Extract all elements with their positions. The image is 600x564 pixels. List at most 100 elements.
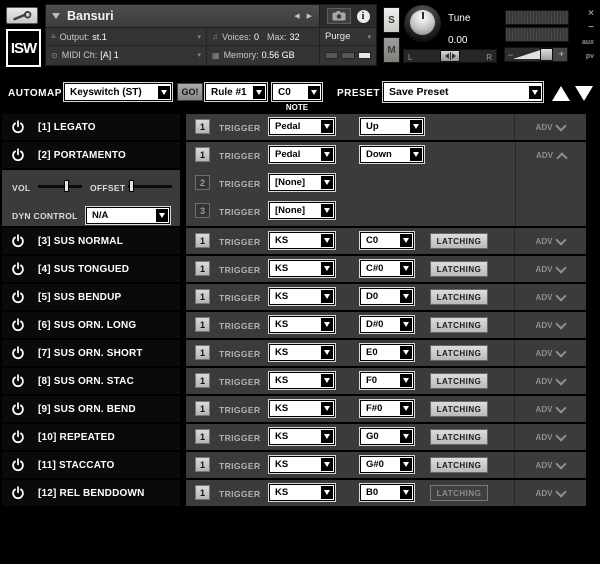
next-instrument-icon[interactable]: ▶ <box>307 12 312 20</box>
trigger-slot-button[interactable]: 1 <box>195 457 210 472</box>
title-bar[interactable]: Bansuri ◀ ▶ i <box>46 5 376 28</box>
minimize-icon[interactable]: − <box>588 23 594 33</box>
articulation-name-cell[interactable]: [4] SUS TONGUED <box>2 256 180 282</box>
automap-rule-select[interactable]: Rule #1 <box>205 83 267 101</box>
trigger-type-select[interactable]: KS <box>269 316 335 333</box>
pan-handle[interactable] <box>440 50 460 62</box>
output-select[interactable]: ≡ Output: st.1 ▾ <box>46 28 206 46</box>
trigger-slot-button[interactable]: 1 <box>195 289 210 304</box>
articulation-name-cell[interactable]: [9] SUS ORN. BEND <box>2 396 180 422</box>
collapse-arrow-icon[interactable] <box>52 13 60 19</box>
offset-slider[interactable] <box>128 180 172 192</box>
volume-handle[interactable] <box>540 48 553 61</box>
trigger-type-select[interactable]: KS <box>269 400 335 417</box>
adv-toggle[interactable]: ADV <box>514 228 586 254</box>
articulation-name-cell[interactable]: [3] SUS NORMAL <box>2 228 180 254</box>
adv-toggle[interactable]: ADV <box>514 340 586 366</box>
power-icon[interactable] <box>11 486 25 500</box>
power-icon[interactable] <box>11 430 25 444</box>
pan-slider[interactable]: L R <box>403 49 497 63</box>
trigger-value-select[interactable]: C0 <box>360 232 414 249</box>
articulation-name-cell[interactable]: [7] SUS ORN. SHORT <box>2 340 180 366</box>
articulation-name-cell[interactable]: [2] PORTAMENTO <box>2 142 180 168</box>
snapshot-button[interactable] <box>326 8 351 24</box>
trigger-value-select[interactable]: E0 <box>360 344 414 361</box>
latching-button[interactable]: LATCHING <box>430 317 488 333</box>
power-icon[interactable] <box>11 346 25 360</box>
offset-slider-handle[interactable] <box>128 180 134 192</box>
power-icon[interactable] <box>11 234 25 248</box>
trigger-slot-button[interactable]: 3 <box>195 203 210 218</box>
articulation-name-cell[interactable]: [11] STACCATO <box>2 452 180 478</box>
power-icon[interactable] <box>11 120 25 134</box>
midi-channel-select[interactable]: ⊙ MIDI Ch: [A] 1 ▾ <box>46 46 206 64</box>
articulation-name-cell[interactable]: [1] LEGATO <box>2 114 180 140</box>
trigger-value-select[interactable]: B0 <box>360 484 414 501</box>
trigger-value-select[interactable]: D#0 <box>360 316 414 333</box>
preset-next-button[interactable] <box>575 86 593 101</box>
prev-instrument-icon[interactable]: ◀ <box>294 12 299 20</box>
preset-prev-button[interactable] <box>552 86 570 101</box>
solo-button[interactable]: S <box>383 7 400 33</box>
trigger-type-select[interactable]: Pedal <box>269 118 335 135</box>
trigger-slot-button[interactable]: 1 <box>195 147 210 162</box>
trigger-type-select[interactable]: KS <box>269 260 335 277</box>
trigger-type-select[interactable]: [None] <box>269 174 335 191</box>
power-icon[interactable] <box>11 290 25 304</box>
trigger-type-select[interactable]: [None] <box>269 202 335 219</box>
automap-mode-select[interactable]: Keyswitch (ST) <box>64 83 172 101</box>
trigger-slot-button[interactable]: 2 <box>195 175 210 190</box>
latching-button[interactable]: LATCHING <box>430 233 488 249</box>
latching-button[interactable]: LATCHING <box>430 345 488 361</box>
latching-button[interactable]: LATCHING <box>430 401 488 417</box>
adv-toggle[interactable]: ADV <box>514 114 586 140</box>
trigger-slot-button[interactable]: 1 <box>195 485 210 500</box>
adv-toggle[interactable]: ADV <box>514 396 586 422</box>
trigger-value-select[interactable]: G#0 <box>360 456 414 473</box>
latching-button[interactable]: LATCHING <box>430 261 488 277</box>
adv-toggle[interactable]: ADV <box>514 284 586 310</box>
trigger-slot-button[interactable]: 1 <box>195 401 210 416</box>
power-icon[interactable] <box>11 148 25 162</box>
adv-toggle[interactable]: ADV <box>514 424 586 450</box>
trigger-slot-button[interactable]: 1 <box>195 317 210 332</box>
vol-slider-handle[interactable] <box>64 180 70 192</box>
trigger-type-select[interactable]: KS <box>269 428 335 445</box>
preset-select[interactable]: Save Preset <box>383 82 543 102</box>
articulation-name-cell[interactable]: [10] REPEATED <box>2 424 180 450</box>
latching-button[interactable]: LATCHING <box>430 429 488 445</box>
latching-button[interactable]: LATCHING <box>430 485 488 501</box>
power-icon[interactable] <box>11 402 25 416</box>
info-icon[interactable]: i <box>356 9 370 23</box>
vol-slider[interactable] <box>38 180 82 192</box>
dyn-control-select[interactable]: N/A <box>86 207 170 224</box>
power-icon[interactable] <box>11 458 25 472</box>
power-icon[interactable] <box>11 318 25 332</box>
purge-menu[interactable]: Purge ▾ <box>320 28 376 46</box>
trigger-type-select[interactable]: KS <box>269 288 335 305</box>
trigger-type-select[interactable]: KS <box>269 232 335 249</box>
latching-button[interactable]: LATCHING <box>430 289 488 305</box>
edit-instrument-button[interactable] <box>6 7 38 24</box>
trigger-value-select[interactable]: Up <box>360 118 424 135</box>
adv-toggle[interactable]: ADV <box>515 142 586 226</box>
articulation-name-cell[interactable]: [12] REL BENDDOWN <box>2 480 180 506</box>
adv-toggle[interactable]: ADV <box>514 452 586 478</box>
aux-toggle[interactable]: aux <box>582 39 594 46</box>
trigger-type-select[interactable]: KS <box>269 372 335 389</box>
trigger-value-select[interactable]: F0 <box>360 372 414 389</box>
trigger-type-select[interactable]: KS <box>269 344 335 361</box>
trigger-slot-button[interactable]: 1 <box>195 345 210 360</box>
trigger-value-select[interactable]: F#0 <box>360 400 414 417</box>
automap-note-select[interactable]: C0 <box>272 83 322 101</box>
adv-toggle[interactable]: ADV <box>514 368 586 394</box>
trigger-slot-button[interactable]: 1 <box>195 373 210 388</box>
trigger-value-select[interactable]: G0 <box>360 428 414 445</box>
power-icon[interactable] <box>11 374 25 388</box>
mute-button[interactable]: M <box>383 37 400 63</box>
performance-view-toggle[interactable]: pv <box>586 53 594 60</box>
trigger-value-select[interactable]: D0 <box>360 288 414 305</box>
articulation-name-cell[interactable]: [8] SUS ORN. STAC <box>2 368 180 394</box>
volume-slider[interactable]: − + <box>504 47 568 62</box>
articulation-name-cell[interactable]: [5] SUS BENDUP <box>2 284 180 310</box>
